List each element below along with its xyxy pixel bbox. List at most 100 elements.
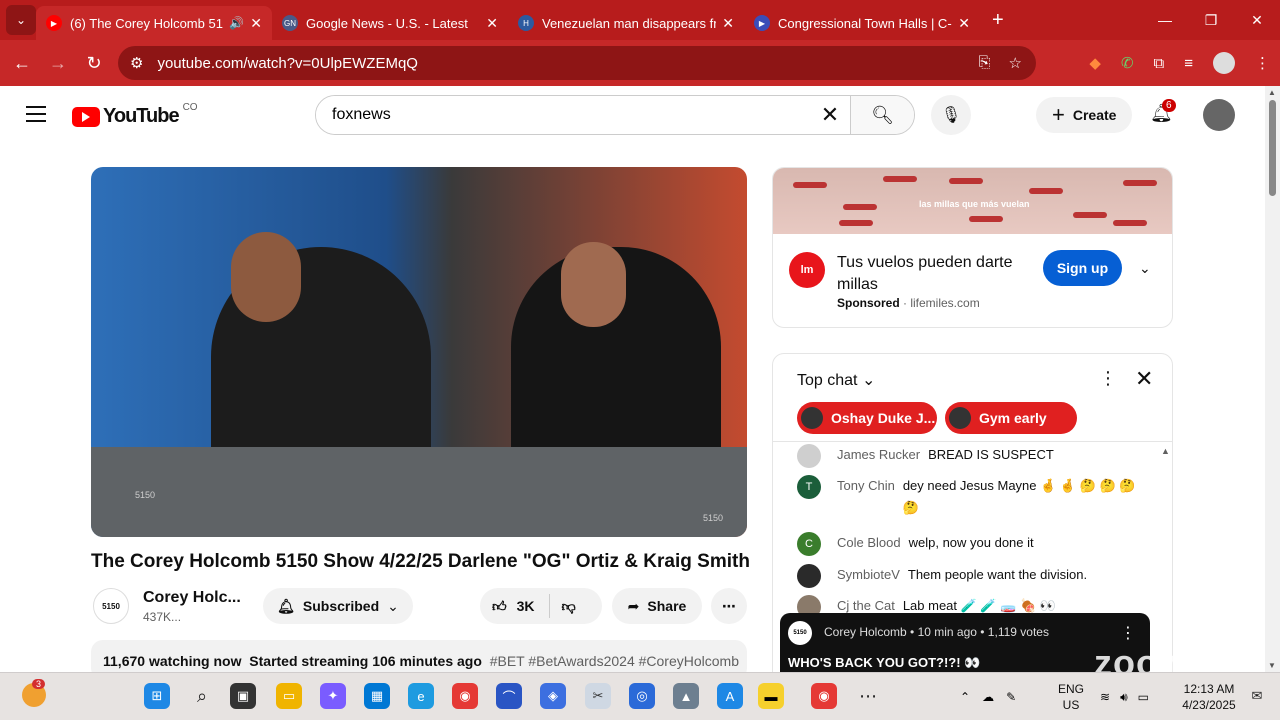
edge-icon[interactable]: e xyxy=(408,683,434,709)
tab-cspan[interactable]: ▶ Congressional Town Halls | C-SI ✕ xyxy=(744,6,980,40)
chat-more-icon[interactable]: ⋮ xyxy=(1099,368,1117,389)
chevron-up-icon[interactable]: ⌃ xyxy=(960,690,970,704)
clear-search-icon[interactable]: ✕ xyxy=(810,102,850,128)
like-count[interactable]: 3K xyxy=(517,598,535,614)
photos-icon[interactable]: ▲ xyxy=(673,683,699,709)
snipping-tool-icon[interactable]: ✂ xyxy=(585,683,611,709)
language-indicator[interactable]: ENG US xyxy=(1058,681,1084,713)
scroll-up-icon[interactable]: ▲ xyxy=(1161,446,1170,456)
restore-icon[interactable]: ❐ xyxy=(1188,0,1234,40)
minimize-icon[interactable]: — xyxy=(1142,0,1188,40)
create-button[interactable]: + Create xyxy=(1036,97,1133,133)
notification-center-icon[interactable]: ✉ xyxy=(1244,683,1270,709)
thumbs-down-icon[interactable]: 👎︎ xyxy=(562,598,576,615)
close-window-icon[interactable]: ✕ xyxy=(1234,0,1280,40)
clock[interactable]: 12:13 AM 4/23/2025 xyxy=(1180,681,1238,713)
forward-icon[interactable]: → xyxy=(40,53,76,74)
site-info-icon[interactable]: ⚙ xyxy=(130,54,143,72)
hamburger-menu-icon[interactable] xyxy=(26,106,46,127)
ad-signup-button[interactable]: Sign up xyxy=(1043,250,1122,286)
reload-icon[interactable]: ↻ xyxy=(76,53,112,74)
ad-logo[interactable]: lm xyxy=(789,252,825,288)
profile-avatar[interactable] xyxy=(1213,52,1235,74)
more-apps-icon[interactable]: ⋯ xyxy=(855,683,881,709)
top-chat-dropdown[interactable]: Top chat ⌄ xyxy=(797,370,875,390)
more-actions-button[interactable]: ⋯ xyxy=(711,588,747,624)
hashtags[interactable]: #BET #BetAwards2024 #CoreyHolcomb xyxy=(490,653,739,669)
chat-author[interactable]: SymbioteV xyxy=(837,564,900,588)
chat-author[interactable]: Cole Blood xyxy=(837,532,901,556)
search-icon[interactable]: 🔍︎ xyxy=(850,96,914,134)
sticky-notes-icon[interactable]: ▬ xyxy=(758,683,784,709)
ad-domain: lifemiles.com xyxy=(910,296,980,310)
chat-message[interactable]: C Cole Blood welp, now you done it xyxy=(797,532,1147,556)
windows-start-icon[interactable]: ⊞ xyxy=(144,683,170,709)
page-scrollbar[interactable]: ▲ ▼ xyxy=(1265,86,1280,672)
app-a-icon[interactable]: A xyxy=(717,683,743,709)
pen-icon[interactable]: ✎ xyxy=(1006,690,1016,704)
media-control-icon[interactable]: ≡ xyxy=(1184,55,1193,72)
chat-ticker-chip[interactable]: Oshay Duke J... xyxy=(797,402,937,434)
poll-more-icon[interactable]: ⋮ xyxy=(1120,623,1136,643)
channel-avatar[interactable]: 5150 xyxy=(93,588,129,624)
extension-brave-icon[interactable]: ◆ xyxy=(1089,54,1101,72)
weather-widget-icon[interactable]: 3 xyxy=(22,679,46,707)
chat-author[interactable]: James Rucker xyxy=(837,444,920,468)
app-chat-icon[interactable]: ◈ xyxy=(540,683,566,709)
file-explorer-icon[interactable]: ▭ xyxy=(276,683,302,709)
app-arc-icon[interactable]: ⌒ xyxy=(496,683,522,709)
thumbs-up-icon[interactable]: 👍︎ xyxy=(492,598,507,615)
back-icon[interactable]: ← xyxy=(4,53,40,74)
youtube-logo[interactable]: YouTube CO xyxy=(72,102,198,128)
close-icon[interactable]: ✕ xyxy=(250,15,262,32)
microphone-icon[interactable]: 🎙 xyxy=(931,95,971,135)
new-tab-button[interactable]: + xyxy=(992,9,1004,32)
ad-title[interactable]: Tus vuelos pueden darte millas xyxy=(837,252,1037,296)
close-icon[interactable]: ✕ xyxy=(1135,366,1153,392)
tab-venezuelan[interactable]: H Venezuelan man disappears fro ✕ xyxy=(508,6,744,40)
bookmark-star-icon[interactable]: ☆ xyxy=(1009,54,1022,72)
search-input[interactable] xyxy=(316,96,810,134)
account-avatar[interactable] xyxy=(1203,99,1235,131)
cloud-icon[interactable]: ☁ xyxy=(982,690,994,704)
ad-banner[interactable]: las millas que más vuelan xyxy=(773,168,1172,234)
url-text[interactable]: youtube.com/watch?v=0UlpEWZEMqQ xyxy=(157,55,418,72)
chevron-down-icon[interactable]: ⌄ xyxy=(1139,260,1151,277)
notifications-bell-icon[interactable]: 🔔︎ 6 xyxy=(1150,99,1176,124)
chrome-profile-icon[interactable]: ◉ xyxy=(811,683,837,709)
channel-name[interactable]: Corey Holc... xyxy=(143,589,241,607)
tab-google-news[interactable]: GN Google News - U.S. - Latest ✕ xyxy=(272,6,508,40)
sponsored-ad[interactable]: las millas que más vuelan lm Tus vuelos … xyxy=(772,167,1173,328)
extension-phone-icon[interactable]: ✆ xyxy=(1121,54,1134,72)
close-icon[interactable]: ✕ xyxy=(486,15,498,32)
app-circle-icon[interactable]: ◎ xyxy=(629,683,655,709)
close-icon[interactable]: ✕ xyxy=(722,15,734,32)
video-player[interactable]: 5150 5150 xyxy=(91,167,747,537)
tab-search-button[interactable]: ⌄ xyxy=(6,5,36,35)
search-box: ✕ 🔍︎ xyxy=(315,95,915,135)
chat-ticker-chip[interactable]: Gym early xyxy=(945,402,1077,434)
chat-message[interactable]: SymbioteV Them people want the division. xyxy=(797,564,1147,588)
microsoft-store-icon[interactable]: ▦ xyxy=(364,683,390,709)
chat-author[interactable]: Tony Chin xyxy=(837,475,895,519)
search-icon[interactable]: ⌕ xyxy=(189,683,215,709)
scroll-down-arrow-icon[interactable]: ▼ xyxy=(1268,661,1276,670)
install-app-icon[interactable]: ⎘ xyxy=(979,54,991,72)
subscribed-button[interactable]: 🔔︎ Subscribed ⌄ xyxy=(263,588,413,624)
scrollbar-thumb[interactable] xyxy=(1269,100,1276,196)
omnibox[interactable]: ⚙ youtube.com/watch?v=0UlpEWZEMqQ ⎘ ☆ xyxy=(118,46,1036,80)
close-icon[interactable]: ✕ xyxy=(958,15,970,32)
quick-settings[interactable]: ≋ 🔊︎ ▭ xyxy=(1100,673,1149,721)
tab-youtube[interactable]: ▶ (6) The Corey Holcomb 515 🔊 ✕ xyxy=(36,6,272,40)
chat-message[interactable]: James Rucker BREAD IS SUSPECT xyxy=(797,444,1147,468)
windows-taskbar: 3 ⊞ ⌕ ▣ ▭ ✦ ▦ e ◉ ⌒ ◈ ✂ ◎ ▲ A ▬ ◉ ⋯ ⌃ ☁ … xyxy=(0,672,1280,720)
task-view-icon[interactable]: ▣ xyxy=(230,683,256,709)
chrome-icon[interactable]: ◉ xyxy=(452,683,478,709)
scroll-up-arrow-icon[interactable]: ▲ xyxy=(1268,88,1276,97)
copilot-icon[interactable]: ✦ xyxy=(320,683,346,709)
speaker-icon[interactable]: 🔊 xyxy=(229,16,244,30)
extensions-puzzle-icon[interactable]: ⧉ xyxy=(1154,55,1165,72)
share-button[interactable]: ➦ Share xyxy=(612,588,702,624)
menu-kebab-icon[interactable]: ⋮ xyxy=(1255,54,1270,72)
chat-message[interactable]: T Tony Chin dey need Jesus Mayne 🤞 🤞 🤔 🤔… xyxy=(797,475,1147,519)
